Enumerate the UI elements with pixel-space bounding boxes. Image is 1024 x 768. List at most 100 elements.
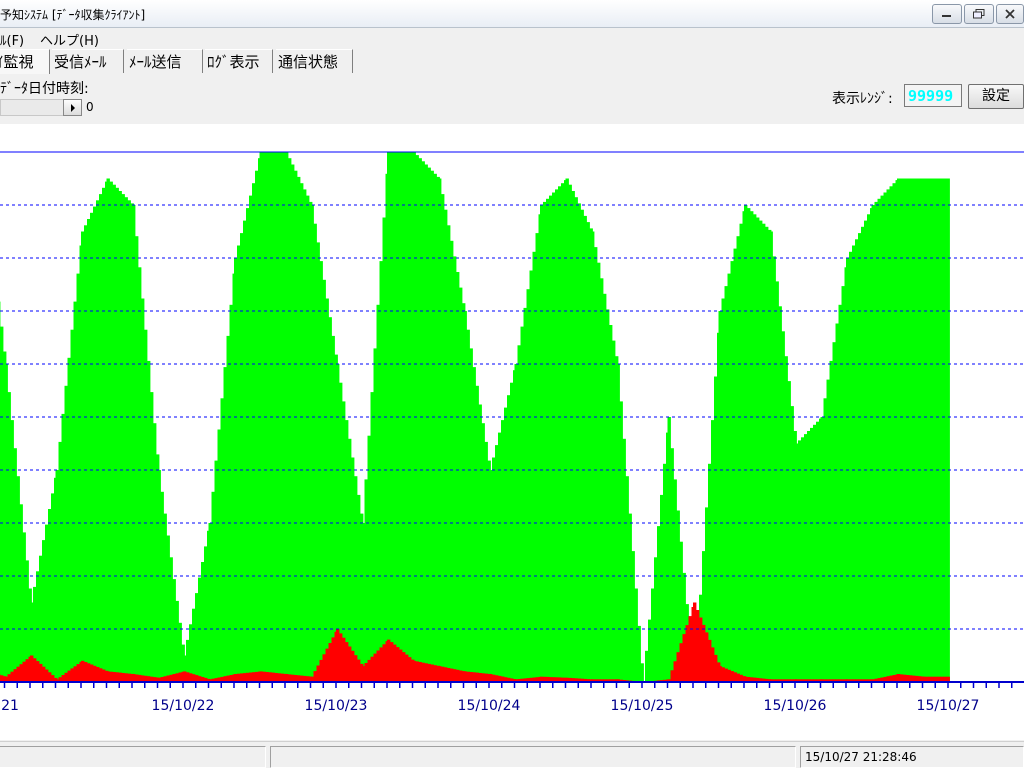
series-0-sample <box>463 311 467 682</box>
series-0-sample <box>469 348 473 682</box>
status-pane-datetime: 15/10/27 21:28:46 <box>800 746 1024 768</box>
set-button[interactable]: 設定 <box>968 84 1024 109</box>
series-1-sample <box>900 674 904 682</box>
title-bar[interactable]: 予知ｼｽﾃﾑ [ﾃﾞｰﾀ収集ｸﾗｲｱﾝﾄ] <box>0 0 1024 28</box>
series-0-sample <box>115 187 119 683</box>
series-1-sample <box>96 667 100 682</box>
series-1-sample <box>463 671 467 682</box>
menu-file[interactable]: ﾙ(F) <box>0 30 24 49</box>
datetime-slider[interactable] <box>0 99 82 116</box>
series-0-sample <box>427 167 431 683</box>
series-1-sample <box>405 654 409 682</box>
series-1-sample <box>376 650 380 682</box>
series-0-sample <box>319 261 323 682</box>
series-1-sample <box>280 673 284 682</box>
series-1-sample <box>433 665 437 682</box>
series-0-sample <box>795 443 799 682</box>
series-1-sample <box>478 673 482 682</box>
series-1-sample <box>64 672 68 682</box>
series-1-sample <box>682 634 686 682</box>
series-0-sample <box>915 178 919 682</box>
series-1-sample <box>670 670 674 682</box>
series-0-sample <box>943 178 947 682</box>
display-range-input[interactable] <box>904 84 962 107</box>
series-0-sample <box>106 178 110 682</box>
series-0-sample <box>160 491 164 682</box>
series-0-sample <box>481 423 485 682</box>
series-1-sample <box>109 671 113 682</box>
series-1-sample <box>456 669 460 682</box>
series-0-sample <box>255 170 259 682</box>
series-1-sample <box>277 673 281 682</box>
series-1-sample <box>408 657 412 682</box>
series-0-sample <box>192 608 196 682</box>
series-0-sample <box>376 304 380 682</box>
series-0-sample <box>447 225 451 683</box>
series-1-sample <box>76 664 80 682</box>
series-1-sample <box>711 647 715 682</box>
series-1-sample <box>469 672 473 682</box>
series-0-sample <box>303 189 307 682</box>
series-1-sample <box>81 660 85 682</box>
slider-right-arrow-button[interactable] <box>63 99 82 116</box>
series-0-sample <box>718 311 722 682</box>
minimize-button[interactable] <box>932 4 962 24</box>
series-1-sample <box>124 673 128 682</box>
series-0-sample <box>418 158 422 682</box>
series-1-sample <box>489 674 493 682</box>
series-0-sample <box>603 293 607 682</box>
series-0-sample <box>574 197 578 682</box>
series-0-sample <box>48 509 52 682</box>
x-tick-label: 15/10/23 <box>305 698 368 714</box>
series-1-sample <box>42 666 46 682</box>
series-0-sample <box>478 404 482 682</box>
series-0-sample <box>900 178 904 682</box>
series-1-sample <box>373 653 377 682</box>
series-0-sample <box>883 192 887 682</box>
tab-send-mail[interactable]: ﾒｰﾙ送信 <box>127 49 203 73</box>
series-0-sample <box>922 178 926 682</box>
tab-comm-status[interactable]: 通信状態 <box>276 49 353 73</box>
tab-monitor[interactable]: ｲ監視 <box>0 49 50 74</box>
series-1-sample <box>739 674 743 682</box>
restore-button[interactable] <box>964 4 994 24</box>
series-0-sample <box>750 211 754 682</box>
series-0-sample <box>906 178 910 682</box>
series-0-sample <box>393 152 397 682</box>
series-1-sample <box>679 643 683 682</box>
series-1-sample <box>93 665 97 682</box>
series-0-sample <box>379 261 383 682</box>
series-1-sample <box>252 672 256 682</box>
series-0-sample <box>22 532 26 682</box>
series-0-sample <box>325 298 329 682</box>
series-0-sample <box>172 579 176 682</box>
series-1-sample <box>243 673 247 682</box>
tab-log-view[interactable]: ﾛｸﾞ表示 <box>205 49 273 73</box>
series-1-sample <box>903 674 907 682</box>
series-0-sample <box>243 220 247 682</box>
series-0-sample <box>864 220 868 682</box>
series-0-sample <box>214 460 218 682</box>
slider-track[interactable] <box>1 100 63 115</box>
series-1-sample <box>255 671 259 682</box>
x-tick-label: 21 <box>1 698 19 714</box>
series-0-sample <box>934 178 938 682</box>
series-0-sample <box>841 286 845 682</box>
series-0-sample <box>727 273 731 682</box>
series-1-sample <box>87 663 91 682</box>
series-0-sample <box>226 335 230 682</box>
menu-help[interactable]: ヘルプ(H) <box>40 30 99 49</box>
series-0-sample <box>310 205 314 682</box>
close-button[interactable] <box>996 4 1024 24</box>
series-0-sample <box>600 278 604 682</box>
tab-received-mail[interactable]: 受信ﾒｰﾙ <box>52 49 124 73</box>
series-0-sample <box>64 385 68 682</box>
series-0-sample <box>249 195 253 682</box>
series-0-sample <box>529 270 533 682</box>
series-0-sample <box>361 523 365 682</box>
series-0-sample <box>489 470 493 682</box>
series-1-sample <box>262 671 266 682</box>
series-0-sample <box>759 220 763 682</box>
series-1-sample <box>481 673 485 682</box>
series-0-sample <box>13 448 17 682</box>
